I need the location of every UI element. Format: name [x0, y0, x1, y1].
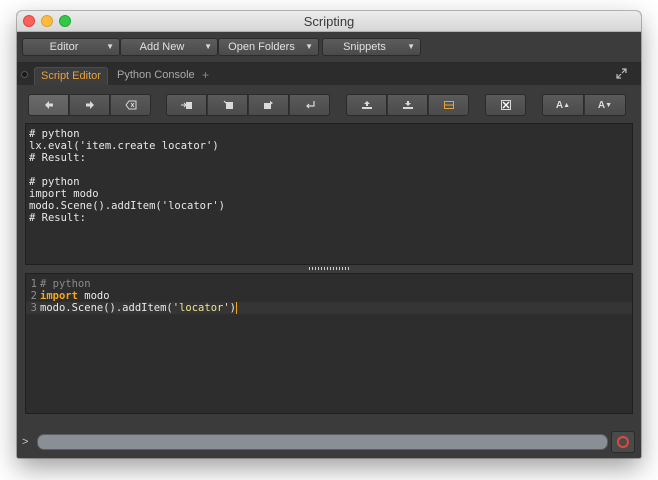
add-tab-button[interactable]: +	[202, 68, 209, 82]
chevron-down-icon: ▼	[106, 42, 114, 51]
line-number: 2	[30, 290, 37, 302]
script-toolbar: A ▲ A ▼	[17, 85, 641, 123]
title-bar: Scripting	[17, 11, 641, 32]
next-button[interactable]	[69, 94, 110, 116]
code-line-current: 3 modo.Scene().addItem('locator')	[26, 302, 632, 314]
open-folders-menu[interactable]: Open Folders ▼	[218, 38, 319, 56]
command-prompt: >	[22, 436, 29, 448]
upload-icon	[361, 101, 372, 109]
split-view-icon	[443, 101, 454, 109]
code-line: 1 # python	[26, 278, 632, 290]
open-folders-menu-label: Open Folders	[228, 41, 295, 53]
run-line-icon	[263, 101, 273, 109]
code-text: modo	[77, 290, 110, 302]
text-caret	[236, 302, 237, 314]
clear-group	[485, 94, 526, 116]
snippets-menu-label: Snippets	[343, 41, 386, 53]
font-increase-icon: A	[555, 99, 564, 111]
chevron-down-icon: ▼	[305, 42, 313, 51]
split-view-button[interactable]	[428, 94, 469, 116]
code-keyword: import	[40, 290, 78, 302]
return-button[interactable]	[289, 94, 330, 116]
execute-group	[166, 94, 330, 116]
clear-output-button[interactable]	[485, 94, 526, 116]
chevron-down-icon: ▼	[407, 42, 415, 51]
layout-group	[346, 94, 469, 116]
command-input[interactable]	[37, 434, 608, 450]
snippets-menu[interactable]: Snippets ▼	[322, 38, 421, 56]
code-comment: # python	[40, 278, 91, 290]
code-line: 2 import modo	[26, 290, 632, 302]
return-icon	[305, 101, 315, 109]
output-panel[interactable]: # python lx.eval('item.create locator') …	[25, 123, 633, 265]
arrow-left-icon	[44, 101, 53, 109]
splitter-grip[interactable]	[309, 267, 349, 270]
font-increase-button[interactable]: A ▲	[542, 94, 584, 116]
editor-menu[interactable]: Editor ▼	[22, 38, 120, 56]
record-button[interactable]	[611, 431, 635, 453]
record-icon	[617, 436, 629, 448]
output-line: lx.eval('item.create locator')	[29, 140, 219, 152]
font-decrease-icon: A	[597, 99, 606, 111]
backspace-icon	[124, 100, 136, 110]
output-line: # python	[29, 176, 80, 188]
window-title: Scripting	[303, 14, 355, 29]
run-script-icon	[180, 102, 192, 109]
run-selection-icon	[223, 100, 233, 109]
menu-bar: Editor ▼ Add New ▼ Open Folders ▼ Snippe…	[17, 32, 641, 63]
import-button[interactable]	[387, 94, 428, 116]
editor-menu-label: Editor	[49, 41, 79, 53]
font-size-group: A ▲ A ▼	[542, 94, 626, 116]
line-number: 1	[30, 278, 37, 290]
download-icon	[402, 101, 413, 109]
output-line: import modo	[29, 188, 99, 200]
arrow-right-icon	[85, 101, 94, 109]
history-group	[28, 94, 151, 116]
tab-bar: Script Editor Python Console +	[17, 63, 641, 85]
previous-button[interactable]	[28, 94, 69, 116]
export-button[interactable]	[346, 94, 387, 116]
tab-python-console[interactable]: Python Console	[111, 67, 201, 85]
clear-output-icon	[500, 100, 511, 110]
panel-options-icon[interactable]	[21, 71, 28, 78]
run-script-button[interactable]	[166, 94, 207, 116]
scripting-window: Scripting Editor ▼ Add New ▼ Open Folder…	[17, 11, 641, 458]
code-editor[interactable]: 1 # python 2 import modo 3 modo.Scene().add…	[25, 273, 633, 414]
clear-history-button[interactable]	[110, 94, 151, 116]
command-line-row: >	[17, 428, 641, 458]
output-line: # Result:	[29, 152, 86, 164]
code-string: 'locator'	[172, 302, 230, 314]
font-decrease-button[interactable]: A ▼	[584, 94, 626, 116]
line-number: 3	[30, 302, 37, 314]
output-line: modo.Scene().addItem('locator')	[29, 200, 225, 212]
add-new-menu-label: Add New	[139, 41, 185, 53]
run-line-button[interactable]	[248, 94, 289, 116]
tab-script-editor[interactable]: Script Editor	[34, 67, 108, 85]
panel-splitter[interactable]	[17, 265, 641, 273]
code-text: modo.Scene().addItem(	[40, 302, 173, 314]
chevron-down-icon: ▼	[204, 42, 212, 51]
maximize-panel-icon[interactable]	[616, 68, 627, 79]
add-new-menu[interactable]: Add New ▼	[120, 38, 218, 56]
run-selection-button[interactable]	[207, 94, 248, 116]
output-line: # Result:	[29, 212, 86, 224]
output-line: # python	[29, 128, 80, 140]
